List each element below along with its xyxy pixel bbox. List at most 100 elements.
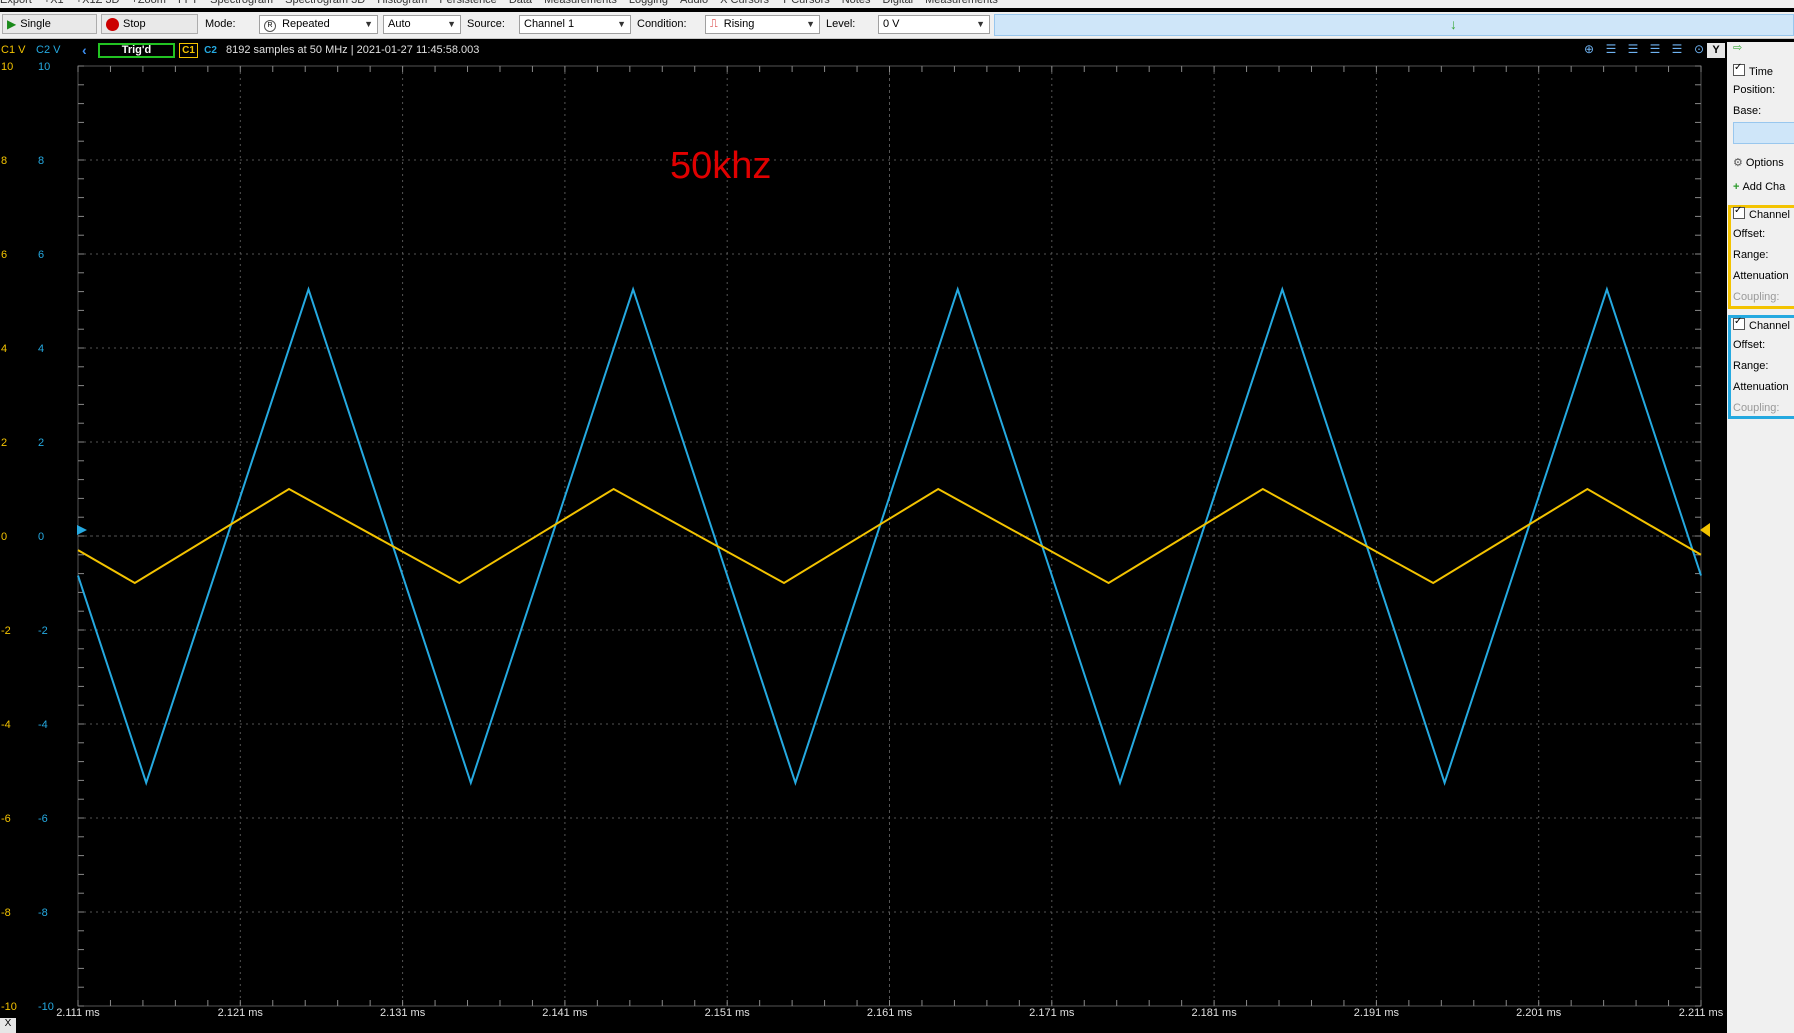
trigger-position-slider[interactable]: ↓ xyxy=(994,14,1794,36)
channel2-coupling: Coupling: xyxy=(1733,402,1780,414)
c2-y-tick-label: -10 xyxy=(38,1001,54,1013)
condition-label: Condition: xyxy=(637,18,687,30)
oscilloscope-plot[interactable]: 10 10 8 8 6 6 4 4 2 2 0 0 -2 -2 -4 -4 -6 -6 -8 -8 -10 -10 2.1… xyxy=(0,58,1724,1018)
channel1-label: Channel xyxy=(1749,209,1790,221)
c2-y-tick-label: 6 xyxy=(38,249,44,261)
menu-item[interactable]: Persistence xyxy=(439,0,496,6)
condition-select[interactable]: ⎍ Rising ▼ xyxy=(705,15,820,34)
repeated-icon: R xyxy=(264,20,276,32)
status-row: C1 V C2 V ‹ Trig'd C1 C2 8192 samples at… xyxy=(0,42,1730,59)
time-checkbox[interactable]: Time xyxy=(1733,62,1774,78)
zoom-in-icon[interactable]: ⊕ xyxy=(1580,42,1598,58)
auto-select[interactable]: Auto ▼ xyxy=(383,15,461,34)
menu-item[interactable]: +Zoom xyxy=(131,0,166,6)
menu-item[interactable]: Spectrogram 3D xyxy=(285,0,365,6)
x-tick-label: 2.191 ms xyxy=(1354,1007,1400,1018)
x-tick-label: 2.121 ms xyxy=(218,1007,264,1018)
menu-item[interactable]: Y Cursors xyxy=(781,0,830,6)
base-input[interactable] xyxy=(1733,122,1794,144)
x-tick-label: 2.131 ms xyxy=(380,1007,426,1018)
menu-item[interactable]: Logging xyxy=(629,0,668,6)
menu-item[interactable]: FFT xyxy=(178,0,198,6)
c1-y-tick-label: 2 xyxy=(1,437,7,449)
x-tick-label: 2.141 ms xyxy=(542,1007,588,1018)
source-select[interactable]: Channel 1 ▼ xyxy=(519,15,631,34)
trigger-marker-icon[interactable]: ↓ xyxy=(1450,16,1457,32)
c1-y-tick-label: -2 xyxy=(1,625,11,637)
base-label: Base: xyxy=(1733,105,1762,117)
condition-value: Rising xyxy=(723,18,755,30)
c1-zero-marker xyxy=(77,525,87,535)
menu-item[interactable]: Notes xyxy=(842,0,871,6)
c1-y-tick-label: -6 xyxy=(1,813,11,825)
channel1-coupling: Coupling: xyxy=(1733,291,1780,303)
c1-y-tick-label: -4 xyxy=(1,719,11,731)
c1-y-tick-label: 8 xyxy=(1,155,7,167)
c1-y-tick-label: 10 xyxy=(1,61,13,73)
c1-y-tick-label: -10 xyxy=(1,1001,17,1013)
add-channel-button[interactable]: + Add Cha xyxy=(1733,181,1785,193)
c2-y-tick-label: 0 xyxy=(38,531,44,543)
channel2-label: Channel xyxy=(1749,320,1790,332)
menu-item[interactable]: Spectrogram xyxy=(210,0,273,6)
stop-button[interactable]: Stop xyxy=(101,14,198,34)
x-tick-label: 2.201 ms xyxy=(1516,1007,1562,1018)
mode-value: Repeated xyxy=(282,18,330,30)
menu-item[interactable]: +X1 xyxy=(44,0,64,6)
c2-y-tick-label: -6 xyxy=(38,813,48,825)
expand-arrow-icon[interactable]: ⇨ xyxy=(1733,42,1742,54)
c2-y-tick-label: 8 xyxy=(38,155,44,167)
frequency-annotation: 50khz xyxy=(670,145,771,187)
chevron-down-icon: ▼ xyxy=(447,19,456,29)
menu-item[interactable]: +X1Z 3D xyxy=(76,0,120,6)
options-button[interactable]: ⚙ Options xyxy=(1733,156,1784,169)
align-middle-icon[interactable]: ☰ xyxy=(1624,42,1642,58)
chevron-left-icon[interactable]: ‹ xyxy=(82,42,87,58)
menu-item[interactable]: X Cursors xyxy=(720,0,769,6)
plus-icon: + xyxy=(1733,181,1740,193)
x-axis-button[interactable]: X xyxy=(0,1018,16,1033)
source-value: Channel 1 xyxy=(524,18,575,30)
channel2-attenuation: Attenuation xyxy=(1733,381,1789,393)
channel1-checkbox[interactable]: Channel xyxy=(1733,205,1790,221)
c1-toggle[interactable]: C1 xyxy=(179,43,198,58)
menu-item[interactable]: Export xyxy=(0,0,32,6)
single-label: Single xyxy=(20,18,51,30)
level-label: Level: xyxy=(826,18,856,30)
menu-item[interactable]: Measurements xyxy=(544,0,617,6)
magnifier-icon[interactable]: ⊙ xyxy=(1690,42,1708,58)
align-top-icon[interactable]: ☰ xyxy=(1602,42,1620,58)
position-label: Position: xyxy=(1733,84,1776,96)
menu-item[interactable]: Data xyxy=(509,0,532,6)
x-tick-label: 2.181 ms xyxy=(1191,1007,1237,1018)
plot-grid xyxy=(77,65,1702,1007)
menu-item[interactable]: Histogram xyxy=(377,0,427,6)
side-panel: ⇨ Time Position: Base: ⚙Options +Add Cha… xyxy=(1727,42,1794,1033)
source-label: Source: xyxy=(467,18,505,30)
menu-item[interactable]: Audio xyxy=(680,0,708,6)
mode-select[interactable]: R Repeated ▼ xyxy=(259,15,378,34)
single-button[interactable]: ▶ Single xyxy=(2,14,97,34)
single-icon: ▶ xyxy=(7,17,17,31)
stop-label: Stop xyxy=(123,18,146,30)
time-label: Time xyxy=(1749,66,1774,78)
y-axis-button[interactable]: Y xyxy=(1707,43,1725,58)
chevron-down-icon: ▼ xyxy=(617,19,626,29)
level-select[interactable]: 0 V ▼ xyxy=(878,15,990,34)
c2-toggle[interactable]: C2 xyxy=(200,43,221,58)
menu-item[interactable]: Digital xyxy=(882,0,913,6)
stack-icon[interactable]: ☰ xyxy=(1668,42,1686,58)
chevron-down-icon: ▼ xyxy=(806,19,815,29)
x-tick-label: 2.211 ms xyxy=(1679,1007,1724,1018)
c1-y-tick-label: 0 xyxy=(1,531,7,543)
channel2-checkbox[interactable]: Channel xyxy=(1733,316,1790,332)
c2-y-tick-label: 4 xyxy=(38,343,44,355)
menu-item[interactable]: Measurements xyxy=(925,0,998,6)
align-bottom-icon[interactable]: ☰ xyxy=(1646,42,1664,58)
c1-y-tick-label: 6 xyxy=(1,249,7,261)
x-tick-label: 2.171 ms xyxy=(1029,1007,1075,1018)
c2-y-tick-label: -2 xyxy=(38,625,48,637)
menu-bar: Export +X1 +X1Z 3D +Zoom FFT Spectrogram Spect… xyxy=(0,0,1794,8)
x-tick-label: 2.111 ms xyxy=(56,1007,100,1018)
channel1-range: Range: xyxy=(1733,249,1769,261)
